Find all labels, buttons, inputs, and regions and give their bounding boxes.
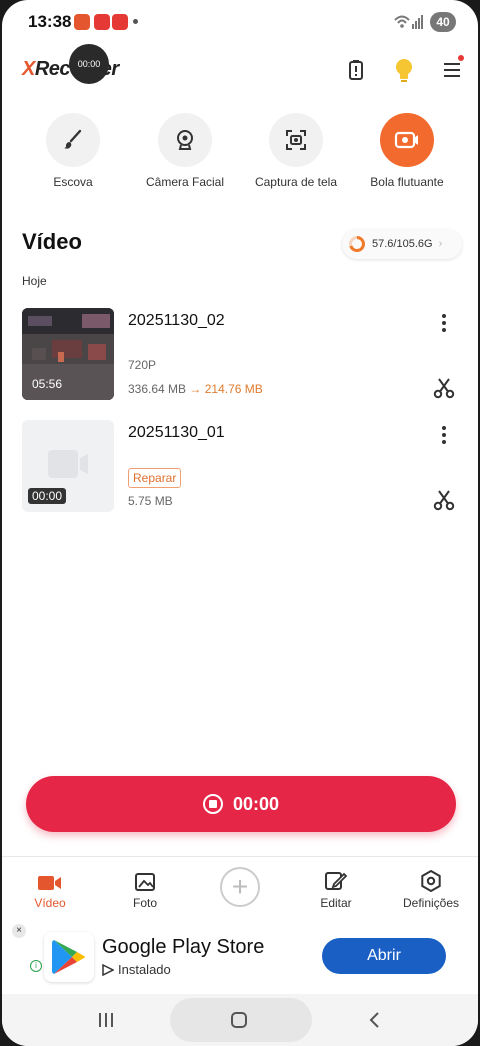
play-store-icon	[52, 940, 85, 974]
storage-text: 57.6/105.6G	[372, 238, 433, 250]
floating-recorder-ball[interactable]: 00:00	[69, 44, 109, 84]
video-title: 20251130_01	[128, 424, 225, 441]
recent-apps-icon[interactable]	[94, 1008, 118, 1032]
app-notification-icon-2	[112, 14, 128, 30]
nav-label: Editar	[320, 896, 352, 910]
stop-icon	[202, 794, 223, 814]
nav-settings[interactable]: Definições	[391, 866, 471, 910]
size-original: 336.64 MB	[128, 382, 187, 396]
status-bar: 13:38 40	[2, 0, 478, 44]
chevron-right-icon: ›	[438, 238, 443, 250]
nav-photo[interactable]: Foto	[105, 866, 185, 910]
home-icon[interactable]	[227, 1008, 251, 1032]
video-thumbnail[interactable]: 05:56	[22, 308, 114, 400]
scissors-icon[interactable]	[432, 376, 456, 400]
size-compressed: 214.76 MB	[204, 382, 263, 396]
ad-subtitle: Instalado	[102, 962, 171, 977]
record-time: 00:00	[232, 793, 280, 814]
install-status: Instalado	[118, 962, 171, 977]
nav-divider	[2, 856, 478, 857]
more-options-icon[interactable]	[434, 424, 454, 446]
status-time: 13:38	[28, 12, 72, 31]
open-app-button[interactable]: Abrir	[322, 938, 446, 974]
menu-notification-dot	[458, 55, 464, 61]
screenshot-icon	[286, 130, 306, 150]
storage-ring-icon	[349, 236, 365, 252]
phone-screen: 13:38 40 XRecorder 00:00	[2, 0, 478, 1046]
video-title: 20251130_02	[128, 312, 225, 329]
video-resolution: 720P	[128, 358, 157, 372]
ad-title: Google Play Store	[102, 936, 265, 958]
nav-label: Foto	[132, 896, 157, 910]
list-item[interactable]: 00:00 20251130_01 Reparar 5.75 MB	[22, 420, 462, 512]
more-options-icon[interactable]	[434, 312, 454, 334]
scissors-icon[interactable]	[432, 488, 456, 512]
nav-edit[interactable]: Editar	[296, 866, 376, 910]
record-button[interactable]: 00:00	[26, 776, 456, 832]
list-item[interactable]: 05:56 20251130_02 720P 336.64 MB → 214.7…	[22, 308, 462, 400]
clipboard-icon[interactable]	[342, 56, 370, 84]
video-duration: 00:00	[28, 488, 67, 504]
add-button[interactable]: +	[220, 867, 260, 907]
date-group-label: Hoje	[22, 274, 47, 288]
storage-indicator[interactable]: 57.6/105.6G ›	[342, 229, 462, 259]
brush-icon	[64, 129, 82, 149]
tool-face-camera[interactable]: Câmera Facial	[130, 113, 240, 189]
info-icon[interactable]: i	[30, 960, 42, 972]
repair-button[interactable]: Reparar	[128, 468, 182, 488]
floating-ball-icon	[394, 131, 418, 149]
edit-icon	[325, 872, 348, 890]
size-arrow: →	[189, 382, 202, 396]
video-duration: 05:56	[32, 377, 63, 391]
video-size: 336.64 MB → 214.76 MB	[128, 382, 263, 396]
tool-brush[interactable]: Escova	[18, 113, 128, 189]
wifi-icon	[394, 15, 423, 29]
video-size: 5.75 MB	[128, 494, 173, 508]
tool-label: Escova	[53, 175, 93, 189]
photo-icon	[135, 873, 155, 891]
back-icon[interactable]	[362, 1008, 386, 1032]
close-icon[interactable]: ×	[12, 924, 26, 938]
tool-screenshot[interactable]: Captura de tela	[241, 113, 351, 189]
battery-indicator: 40	[430, 12, 456, 32]
settings-icon	[421, 870, 441, 892]
webcam-icon	[177, 130, 193, 150]
more-notifications-dot	[133, 19, 138, 24]
ad-banner[interactable]: × i Google Play Store Instalado Abrir	[6, 922, 462, 994]
nav-label: Vídeo	[34, 896, 66, 910]
play-store-logo	[44, 932, 94, 982]
tool-label: Bola flutuante	[370, 175, 444, 189]
nav-label: Definições	[402, 896, 460, 910]
installed-play-icon	[102, 963, 114, 976]
system-navigation-bar	[2, 994, 478, 1046]
tool-label: Câmera Facial	[145, 175, 225, 189]
tool-floating-ball[interactable]: Bola flutuante	[352, 113, 462, 189]
record-notification-icon	[74, 14, 90, 30]
section-title: Vídeo	[22, 229, 82, 254]
tool-label: Captura de tela	[254, 175, 338, 189]
lightbulb-icon[interactable]	[390, 56, 418, 84]
nav-video[interactable]: Vídeo	[10, 866, 90, 910]
video-camera-icon	[38, 876, 61, 890]
video-thumbnail[interactable]: 00:00	[22, 420, 114, 512]
app-notification-icon	[94, 14, 110, 30]
logo-x: X	[22, 58, 35, 80]
